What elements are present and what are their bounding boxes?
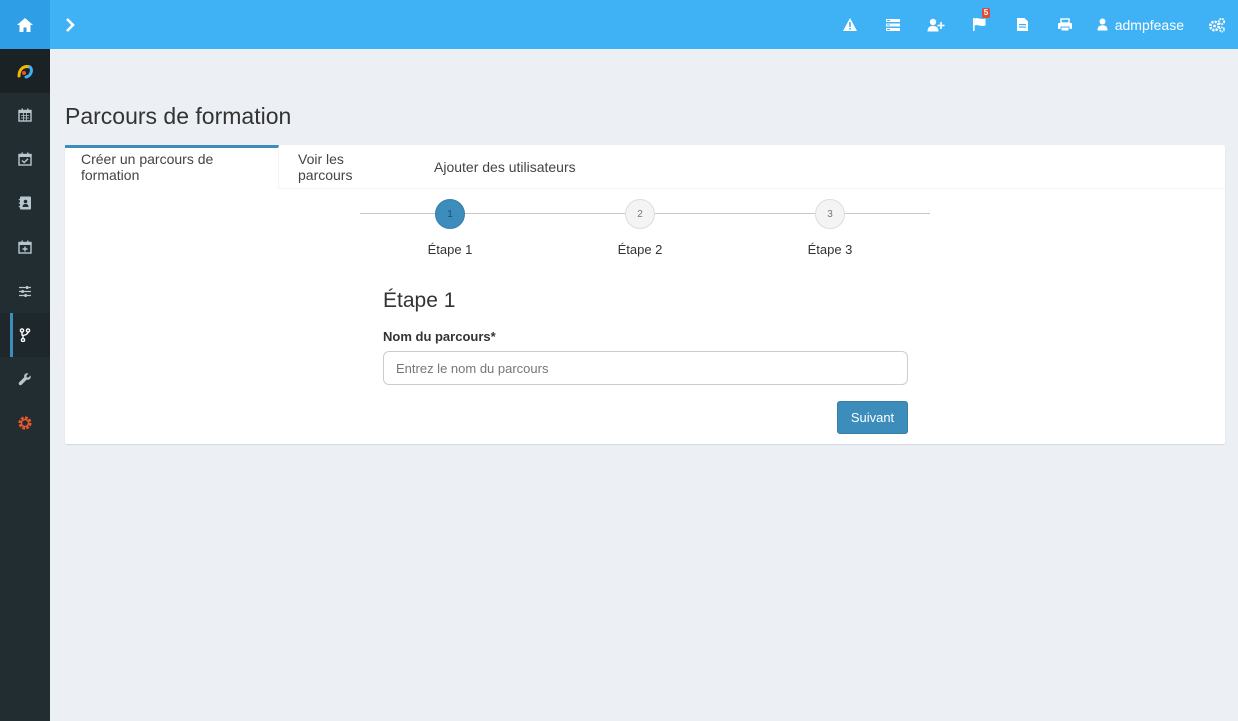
gears-icon (1209, 17, 1226, 32)
sidebar-item-admin-settings[interactable] (0, 401, 50, 445)
address-book-icon (18, 196, 31, 210)
wizard-stepper: 1 Étape 1 2 Étape 2 3 Étape 3 (360, 199, 930, 269)
sidebar-item-calendar[interactable] (0, 93, 50, 137)
step-1[interactable]: 1 Étape 1 (390, 199, 510, 257)
step-3[interactable]: 3 Étape 3 (770, 199, 890, 257)
home-button[interactable] (0, 0, 50, 49)
sliders-icon (19, 285, 31, 297)
logo-icon (17, 65, 33, 79)
print-icon (1058, 17, 1073, 31)
step-2[interactable]: 2 Étape 2 (580, 199, 700, 257)
flag-icon (972, 18, 986, 31)
settings-button[interactable] (1196, 0, 1238, 49)
form-heading: Étape 1 (383, 289, 456, 312)
sidebar (0, 49, 50, 721)
sidebar-item-calendar-check[interactable] (0, 137, 50, 181)
documents-button[interactable] (1001, 0, 1044, 49)
sidebar-item-tools[interactable] (0, 357, 50, 401)
calendar-icon (18, 108, 32, 122)
sidebar-item-settings-sliders[interactable] (0, 269, 50, 313)
next-button[interactable]: Suivant (837, 401, 908, 434)
wrench-icon (18, 373, 31, 386)
step-1-circle: 1 (435, 199, 465, 229)
sidebar-item-training-paths[interactable] (0, 313, 50, 357)
training-path-panel: Créer un parcours de formation Voir les … (65, 145, 1225, 444)
gear-icon (18, 416, 32, 430)
alerts-button[interactable] (829, 0, 872, 49)
tasks-button[interactable] (872, 0, 915, 49)
sidebar-item-calendar-plus[interactable] (0, 225, 50, 269)
step-1-form: Étape 1 Nom du parcours* Suivant (383, 289, 908, 434)
file-icon (1016, 18, 1028, 31)
tab-create-path[interactable]: Créer un parcours de formation (65, 145, 279, 189)
user-icon (1097, 18, 1108, 31)
step-2-circle: 2 (625, 199, 655, 229)
home-icon (17, 17, 33, 32)
warning-icon (843, 18, 858, 31)
print-button[interactable] (1044, 0, 1087, 49)
tab-bar: Créer un parcours de formation Voir les … (65, 145, 1225, 189)
calendar-plus-icon (18, 240, 32, 254)
chevron-right-icon (66, 17, 75, 32)
add-user-button[interactable] (915, 0, 958, 49)
code-fork-icon (19, 328, 31, 342)
step-3-circle: 3 (815, 199, 845, 229)
top-navbar: 5 admpfease (0, 0, 1238, 49)
page-title: Parcours de formation (65, 103, 292, 129)
username: admpfease (1114, 16, 1184, 33)
list-icon (886, 18, 901, 31)
calendar-check-icon (18, 152, 32, 166)
tab-add-users[interactable]: Ajouter des utilisateurs (416, 145, 592, 189)
user-menu[interactable]: admpfease (1087, 0, 1196, 49)
step-3-label: Étape 3 (807, 242, 853, 257)
step-1-label: Étape 1 (427, 242, 473, 257)
tab-view-paths[interactable]: Voir les parcours (279, 145, 416, 189)
notifications-button[interactable]: 5 (958, 0, 1001, 49)
sidebar-logo[interactable] (0, 49, 50, 93)
sidebar-item-contacts[interactable] (0, 181, 50, 225)
path-name-label: Nom du parcours* (383, 329, 496, 344)
notifications-badge: 5 (981, 8, 991, 18)
user-plus-icon (927, 18, 945, 31)
step-2-label: Étape 2 (617, 242, 663, 257)
sidebar-toggle-button[interactable] (55, 0, 85, 49)
path-name-input[interactable] (383, 351, 908, 385)
